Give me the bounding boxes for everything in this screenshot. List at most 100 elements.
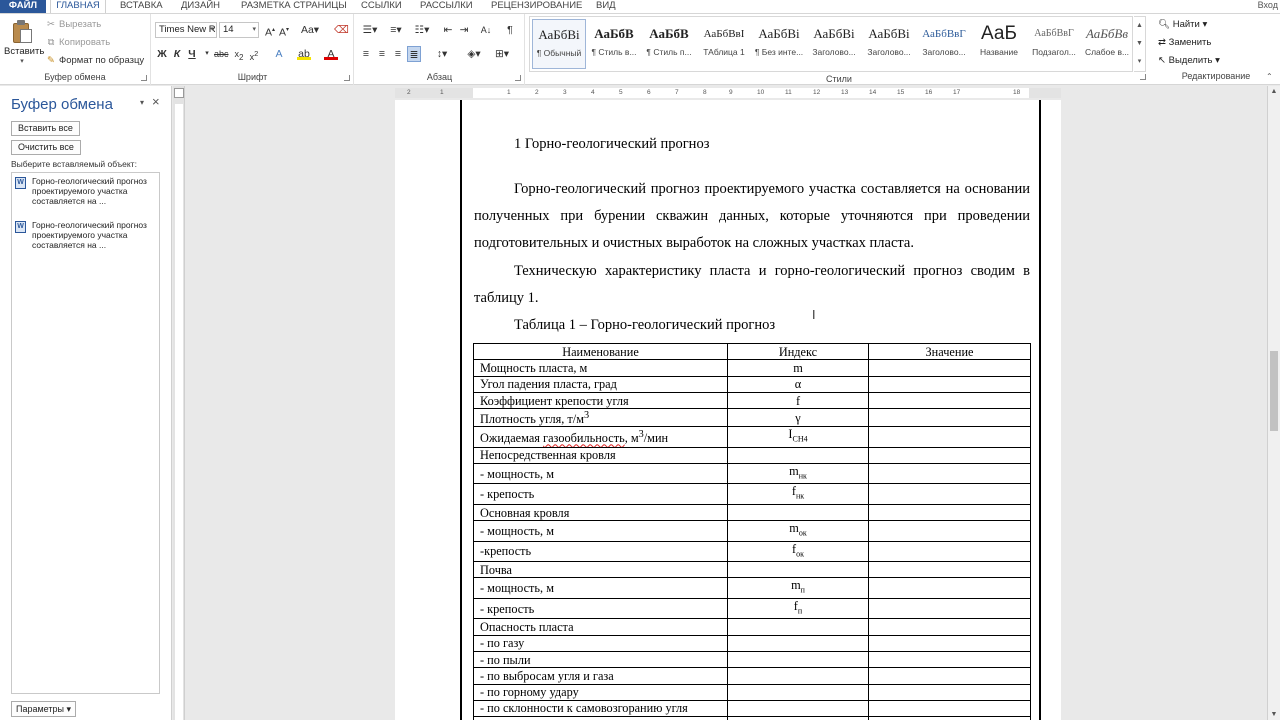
row-value[interactable] bbox=[868, 503, 1031, 522]
row-value[interactable] bbox=[868, 408, 1031, 428]
select-button[interactable]: ↖ Выделить ▾ bbox=[1158, 55, 1220, 66]
tab-design[interactable]: ДИЗАЙН bbox=[181, 0, 220, 13]
tab-home[interactable]: ГЛАВНАЯ bbox=[50, 0, 106, 13]
styles-more-icon[interactable]: ▾ bbox=[1134, 53, 1145, 71]
clipboard-item[interactable]: W Горно-геологический прогноз проектируе… bbox=[15, 176, 155, 214]
font-size-combo[interactable]: 14 ▾ bbox=[219, 22, 259, 38]
multilevel-list-icon[interactable]: ☷▾ bbox=[411, 22, 433, 38]
row-value[interactable] bbox=[868, 597, 1031, 620]
row-value[interactable] bbox=[868, 634, 1031, 652]
row-value[interactable] bbox=[868, 650, 1031, 669]
font-launcher-icon[interactable] bbox=[344, 75, 350, 81]
font-name-combo[interactable]: Times New R ▾ bbox=[155, 22, 217, 38]
scroll-thumb[interactable] bbox=[1270, 351, 1278, 431]
style-table-1[interactable]: АаБбВвІ ТАблица 1 bbox=[697, 19, 751, 69]
clear-formatting-icon[interactable]: ⌫ bbox=[334, 22, 349, 38]
style-heading-3[interactable]: АаБбВвГ Заголово... bbox=[917, 19, 971, 69]
row-value[interactable] bbox=[868, 540, 1031, 563]
change-case-icon[interactable]: Aa▾ bbox=[300, 22, 320, 38]
clipboard-item[interactable]: W Горно-геологический прогноз проектируе… bbox=[15, 220, 155, 258]
styles-scroll[interactable]: ▲ ▼ ▾ bbox=[1134, 16, 1146, 72]
shading-icon[interactable]: ◈▾ bbox=[463, 46, 485, 62]
collapse-ribbon-icon[interactable]: ⌃ bbox=[1266, 72, 1273, 81]
sign-in-link[interactable]: Вход bbox=[1258, 0, 1278, 10]
pane-options-icon[interactable]: ▾ bbox=[140, 98, 144, 107]
row-value[interactable] bbox=[868, 463, 1031, 485]
justify-icon[interactable]: ≣ bbox=[407, 46, 421, 62]
decrease-indent-icon[interactable]: ⇤ bbox=[441, 22, 455, 38]
grow-font-icon[interactable]: A▴ bbox=[263, 22, 277, 39]
row-value[interactable] bbox=[868, 391, 1031, 410]
clipboard-launcher-icon[interactable] bbox=[141, 75, 147, 81]
row-value[interactable] bbox=[868, 446, 1031, 465]
row-value[interactable] bbox=[868, 561, 1031, 579]
tab-file[interactable]: ФАЙЛ bbox=[0, 0, 46, 13]
underline-icon[interactable]: Ч bbox=[185, 46, 199, 62]
find-button[interactable]: 🔍︎ Найти ▾ bbox=[1158, 19, 1207, 30]
styles-down-icon[interactable]: ▼ bbox=[1134, 35, 1145, 53]
style-title[interactable]: АаБ Название bbox=[972, 19, 1026, 69]
bold-icon[interactable]: Ж bbox=[155, 46, 169, 62]
superscript-icon[interactable]: x2 bbox=[247, 46, 261, 62]
replace-button[interactable]: ⇄ Заменить bbox=[1158, 37, 1211, 48]
row-value[interactable] bbox=[868, 426, 1031, 448]
borders-icon[interactable]: ⊞▾ bbox=[491, 46, 513, 62]
row-value[interactable] bbox=[868, 618, 1031, 636]
strikethrough-icon[interactable]: abc bbox=[214, 46, 229, 62]
paste-all-button[interactable]: Вставить все bbox=[11, 121, 80, 136]
row-value[interactable] bbox=[868, 577, 1031, 599]
clear-all-button[interactable]: Очистить все bbox=[11, 140, 81, 155]
sort-icon[interactable]: A↓ bbox=[479, 22, 493, 38]
row-value[interactable] bbox=[868, 359, 1031, 377]
style-heading-2[interactable]: АаБбВі Заголово... bbox=[862, 19, 916, 69]
numbering-icon[interactable]: ≡▾ bbox=[385, 22, 407, 38]
highlight-icon[interactable]: ab bbox=[297, 46, 311, 60]
paragraph-launcher-icon[interactable] bbox=[515, 75, 521, 81]
tab-references[interactable]: ССЫЛКИ bbox=[361, 0, 402, 13]
tab-review[interactable]: РЕЦЕНЗИРОВАНИЕ bbox=[491, 0, 582, 13]
scroll-down-icon[interactable]: ▼ bbox=[1268, 711, 1280, 718]
style-normal[interactable]: АаБбВі ¶ Обычный bbox=[532, 19, 586, 69]
show-marks-icon[interactable]: ¶ bbox=[503, 22, 517, 38]
underline-dropdown-icon[interactable]: ▾ bbox=[200, 46, 214, 62]
style-item-2[interactable]: АаБбВ ¶ Стиль в... bbox=[587, 19, 641, 69]
scroll-up-icon[interactable]: ▲ bbox=[1268, 88, 1280, 95]
italic-icon[interactable]: К bbox=[170, 46, 184, 62]
copy-button[interactable]: ⧉ Копировать bbox=[46, 37, 111, 51]
row-value[interactable] bbox=[868, 483, 1031, 505]
document-page[interactable]: 1 Горно-геологический прогноз Горно-геол… bbox=[395, 100, 1061, 720]
row-value[interactable] bbox=[868, 375, 1031, 393]
align-right-icon[interactable]: ≡ bbox=[391, 46, 405, 62]
paste-button[interactable]: Вставить ▾ bbox=[4, 18, 44, 68]
bullets-icon[interactable]: ☰▾ bbox=[359, 22, 381, 38]
styles-launcher-icon[interactable] bbox=[1140, 74, 1146, 80]
options-button[interactable]: Параметры ▾ bbox=[11, 701, 77, 717]
tab-view[interactable]: ВИД bbox=[596, 0, 616, 13]
close-icon[interactable]: × bbox=[152, 94, 160, 109]
format-painter-button[interactable]: ✎ Формат по образцу bbox=[46, 55, 144, 69]
style-subtle-emphasis[interactable]: АаБбВв Слабое в... bbox=[1080, 19, 1134, 69]
tab-page-layout[interactable]: РАЗМЕТКА СТРАНИЦЫ bbox=[241, 0, 347, 13]
row-value[interactable] bbox=[868, 699, 1031, 718]
row-value[interactable] bbox=[868, 520, 1031, 542]
row-value[interactable] bbox=[868, 716, 1031, 720]
line-spacing-icon[interactable]: ↕▾ bbox=[431, 46, 453, 62]
subscript-icon[interactable]: x2 bbox=[232, 46, 246, 62]
styles-up-icon[interactable]: ▲ bbox=[1134, 17, 1145, 35]
tab-selector[interactable] bbox=[174, 88, 184, 98]
row-value[interactable] bbox=[868, 683, 1031, 701]
increase-indent-icon[interactable]: ⇥ bbox=[457, 22, 471, 38]
style-no-spacing[interactable]: АаБбВі ¶ Без инте... bbox=[752, 19, 806, 69]
tab-mailings[interactable]: РАССЫЛКИ bbox=[420, 0, 473, 13]
vertical-scrollbar[interactable]: ▲ ▼ bbox=[1267, 86, 1280, 720]
style-heading-1[interactable]: АаБбВі Заголово... bbox=[807, 19, 861, 69]
row-value[interactable] bbox=[868, 667, 1031, 685]
style-subtitle[interactable]: АаБбВвГ Подзагол... bbox=[1027, 19, 1081, 69]
cut-button[interactable]: ✂ Вырезать bbox=[46, 19, 101, 33]
shrink-font-icon[interactable]: A▾ bbox=[277, 22, 291, 39]
align-left-icon[interactable]: ≡ bbox=[359, 46, 373, 62]
align-center-icon[interactable]: ≡ bbox=[375, 46, 389, 62]
font-color-icon[interactable]: A bbox=[324, 46, 338, 60]
style-item-3[interactable]: АаБбВ ¶ Стиль п... bbox=[642, 19, 696, 69]
text-effects-icon[interactable]: A bbox=[272, 46, 286, 62]
